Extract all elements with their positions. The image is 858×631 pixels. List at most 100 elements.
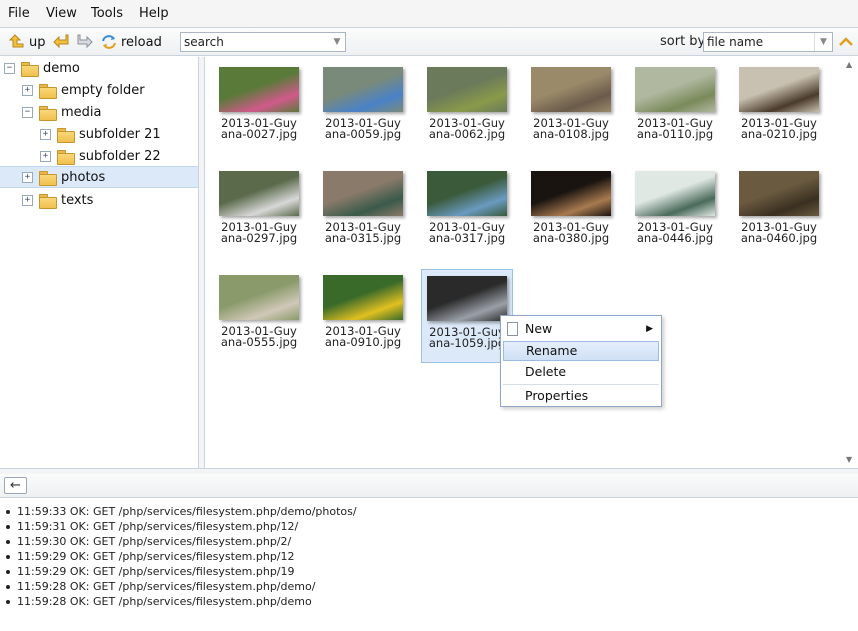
file-name: 2013-01-Guyana-0027.jpg: [220, 116, 298, 141]
up-label: up: [29, 34, 46, 50]
tree-item-subfolder-22[interactable]: + subfolder 22: [40, 145, 192, 167]
thumbnail: [427, 171, 507, 216]
log-line: 11:59:31 OK: GET /php/services/filesyste…: [6, 520, 298, 533]
file-tile[interactable]: 2013-01-Guyana-0297.jpg: [213, 165, 305, 259]
bullet-icon: [6, 584, 10, 589]
sort-label: sort by: [660, 34, 706, 49]
menu-item-rename[interactable]: Rename: [503, 341, 659, 361]
log-line: 11:59:29 OK: GET /php/services/filesyste…: [6, 565, 295, 578]
log-line: 11:59:33 OK: GET /php/services/filesyste…: [6, 505, 357, 518]
menu-tools[interactable]: Tools: [91, 6, 123, 21]
tree-item-subfolder-21[interactable]: + subfolder 21: [40, 123, 192, 145]
search-box[interactable]: ▼: [180, 32, 346, 52]
file-tile[interactable]: 2013-01-Guyana-0210.jpg: [733, 61, 825, 155]
menu-view[interactable]: View: [46, 6, 77, 21]
search-input[interactable]: [181, 33, 327, 51]
log-back-button[interactable]: ←: [4, 477, 27, 494]
file-tile[interactable]: 2013-01-Guyana-0317.jpg: [421, 165, 513, 259]
file-tile[interactable]: 2013-01-Guyana-0380.jpg: [525, 165, 617, 259]
sort-select[interactable]: file name ▼: [703, 32, 833, 52]
sort-value: file name: [707, 35, 764, 49]
file-name: 2013-01-Guyana-0297.jpg: [220, 220, 298, 245]
menu-item-label: Rename: [526, 343, 578, 358]
menu-item-properties[interactable]: Properties: [503, 386, 659, 406]
file-tile[interactable]: 2013-01-Guyana-0555.jpg: [213, 269, 305, 363]
log-text: 11:59:31 OK: GET /php/services/filesyste…: [17, 520, 299, 533]
log-line: 11:59:28 OK: GET /php/services/filesyste…: [6, 595, 312, 608]
folder-open-icon: [39, 105, 57, 121]
tree-label: photos: [61, 169, 106, 185]
thumbnail: [531, 67, 611, 112]
tree-item-demo[interactable]: − demo: [4, 57, 194, 79]
reload-label: reload: [121, 34, 162, 50]
back-button[interactable]: [52, 32, 73, 52]
file-tile[interactable]: 2013-01-Guyana-0110.jpg: [629, 61, 721, 155]
expand-icon[interactable]: +: [22, 194, 33, 206]
menu-help[interactable]: Help: [139, 6, 169, 21]
sort-direction-icon[interactable]: [838, 34, 854, 50]
separator: [503, 384, 659, 385]
folder-open-icon: [21, 61, 39, 77]
menu-file[interactable]: File: [8, 6, 30, 21]
up-arrow-icon: [8, 33, 26, 51]
log-line: 11:59:30 OK: GET /php/services/filesyste…: [6, 535, 291, 548]
tree-label: demo: [43, 60, 80, 76]
menubar: File View Tools Help: [0, 0, 858, 28]
file-tile[interactable]: 2013-01-Guyana-0062.jpg: [421, 61, 513, 155]
collapse-icon[interactable]: −: [4, 62, 15, 74]
thumbnail: [635, 67, 715, 112]
file-name: 2013-01-Guyana-0059.jpg: [324, 116, 402, 141]
arrow-left-icon: ←: [10, 478, 21, 493]
file-tile[interactable]: 2013-01-Guyana-0910.jpg: [317, 269, 409, 363]
thumbnail: [739, 67, 819, 112]
log-text: 11:59:28 OK: GET /php/services/filesyste…: [17, 595, 312, 608]
expand-icon[interactable]: +: [22, 84, 33, 96]
forward-button[interactable]: [76, 32, 97, 52]
tree-item-photos[interactable]: + photos: [0, 166, 198, 188]
file-tile[interactable]: 2013-01-Guyana-0059.jpg: [317, 61, 409, 155]
search-dropdown-icon[interactable]: ▼: [329, 33, 345, 51]
expand-icon[interactable]: +: [40, 150, 51, 162]
thumbnail: [323, 67, 403, 112]
folder-icon: [57, 149, 75, 165]
menu-item-delete[interactable]: Delete: [503, 362, 659, 382]
file-name: 2013-01-Guyana-0446.jpg: [636, 220, 714, 245]
up-button[interactable]: up: [8, 32, 46, 52]
menu-item-new[interactable]: New ▶: [503, 319, 659, 339]
file-tile[interactable]: 2013-01-Guyana-0027.jpg: [213, 61, 305, 155]
scrollbar[interactable]: ▲ ▼: [843, 57, 858, 468]
tree-item-texts[interactable]: + texts: [22, 189, 192, 211]
thumbnail: [219, 171, 299, 216]
file-tile[interactable]: 2013-01-Guyana-0108.jpg: [525, 61, 617, 155]
file-name: 2013-01-Guyana-0380.jpg: [532, 220, 610, 245]
reload-icon: [100, 33, 118, 51]
file-tile[interactable]: 2013-01-Guyana-0460.jpg: [733, 165, 825, 259]
log-text: 11:59:29 OK: GET /php/services/filesyste…: [17, 550, 295, 563]
file-tile[interactable]: 2013-01-Guyana-0446.jpg: [629, 165, 721, 259]
menu-item-label: Properties: [525, 388, 589, 403]
tree-label: texts: [61, 192, 94, 208]
thumbnail: [427, 67, 507, 112]
scroll-down-icon[interactable]: ▼: [846, 455, 852, 464]
log-text: 11:59:30 OK: GET /php/services/filesyste…: [17, 535, 292, 548]
bullet-icon: [6, 524, 10, 529]
reload-button[interactable]: reload: [100, 32, 162, 52]
file-tile[interactable]: 2013-01-Guyana-0315.jpg: [317, 165, 409, 259]
file-name: 2013-01-Guyana-0910.jpg: [324, 324, 402, 349]
expand-icon[interactable]: +: [40, 128, 51, 140]
context-menu: New ▶ Rename Delete Properties: [500, 315, 662, 407]
scroll-up-icon[interactable]: ▲: [846, 60, 852, 69]
toolbar: up reload ▼ sort by file name ▼: [0, 28, 858, 56]
file-name: 2013-01-Guyana-0315.jpg: [324, 220, 402, 245]
sort-dropdown-icon[interactable]: ▼: [814, 33, 832, 51]
file-name: 2013-01-Guyana-0460.jpg: [740, 220, 818, 245]
tree-item-empty-folder[interactable]: + empty folder: [22, 79, 192, 101]
tree-label: empty folder: [61, 82, 145, 98]
new-file-icon: [507, 322, 518, 336]
tree-item-media[interactable]: − media: [22, 101, 192, 123]
file-name: 2013-01-Guyana-0555.jpg: [220, 324, 298, 349]
log-line: 11:59:29 OK: GET /php/services/filesyste…: [6, 550, 295, 563]
expand-icon[interactable]: +: [22, 171, 33, 183]
bullet-icon: [6, 539, 10, 544]
collapse-icon[interactable]: −: [22, 106, 33, 118]
